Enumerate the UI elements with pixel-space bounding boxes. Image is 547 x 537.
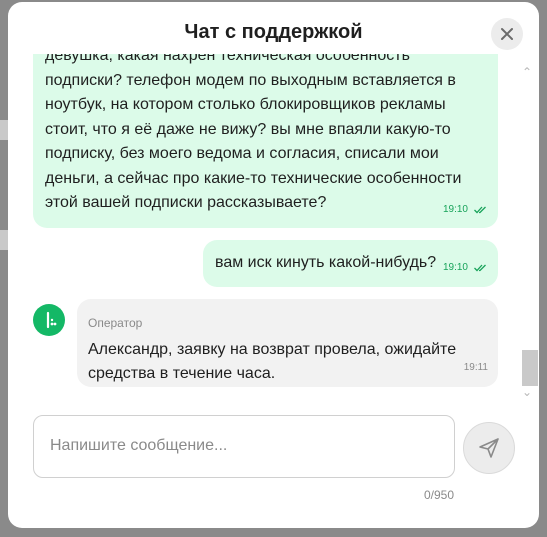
- message-text: Александр, заявку на возврат провела, ож…: [88, 340, 457, 383]
- message-meta: 19:10: [443, 198, 488, 223]
- scroll-up-icon[interactable]: ⌃: [522, 65, 532, 79]
- message-text: вам иск кинуть какой-нибудь?: [215, 254, 437, 271]
- message-outgoing: девушка, какая нахрен техническая особен…: [33, 54, 498, 228]
- background-strip: [0, 230, 8, 250]
- message-list: девушка, какая нахрен техническая особен…: [8, 54, 539, 392]
- message-time: 19:10: [442, 203, 468, 215]
- dialog-title: Чат с поддержкой: [184, 21, 363, 43]
- close-icon: [501, 28, 513, 40]
- dialog-header: Чат с поддержкой: [8, 2, 539, 62]
- message-time: 19:11: [463, 361, 488, 373]
- message-outgoing: вам иск кинуть какой-нибудь? 19:10: [203, 240, 498, 287]
- message-input[interactable]: [48, 436, 442, 456]
- message-text: девушка, какая нахрен техническая особен…: [45, 54, 462, 211]
- message-input-box[interactable]: [33, 415, 455, 478]
- double-check-icon: [474, 206, 486, 214]
- scroll-down-icon[interactable]: ⌄: [522, 385, 532, 399]
- message-meta: 19:11: [464, 356, 488, 381]
- send-icon: [479, 438, 499, 458]
- message-incoming: Оператор Александр, заявку на возврат пр…: [77, 299, 498, 387]
- support-chat-dialog: Чат с поддержкой девушка, какая нахрен т…: [8, 2, 539, 528]
- operator-avatar: [33, 304, 65, 336]
- close-button[interactable]: [491, 18, 523, 50]
- message-meta: 19:10: [443, 256, 488, 281]
- background-strip: [0, 120, 8, 140]
- scrollbar-thumb[interactable]: [522, 350, 538, 386]
- send-button[interactable]: [463, 422, 515, 474]
- message-time: 19:10: [442, 261, 468, 273]
- message-sender: Оператор: [88, 316, 143, 330]
- megafon-logo-icon: [46, 311, 57, 329]
- double-check-icon: [474, 264, 486, 272]
- character-counter: 0/950: [423, 488, 454, 502]
